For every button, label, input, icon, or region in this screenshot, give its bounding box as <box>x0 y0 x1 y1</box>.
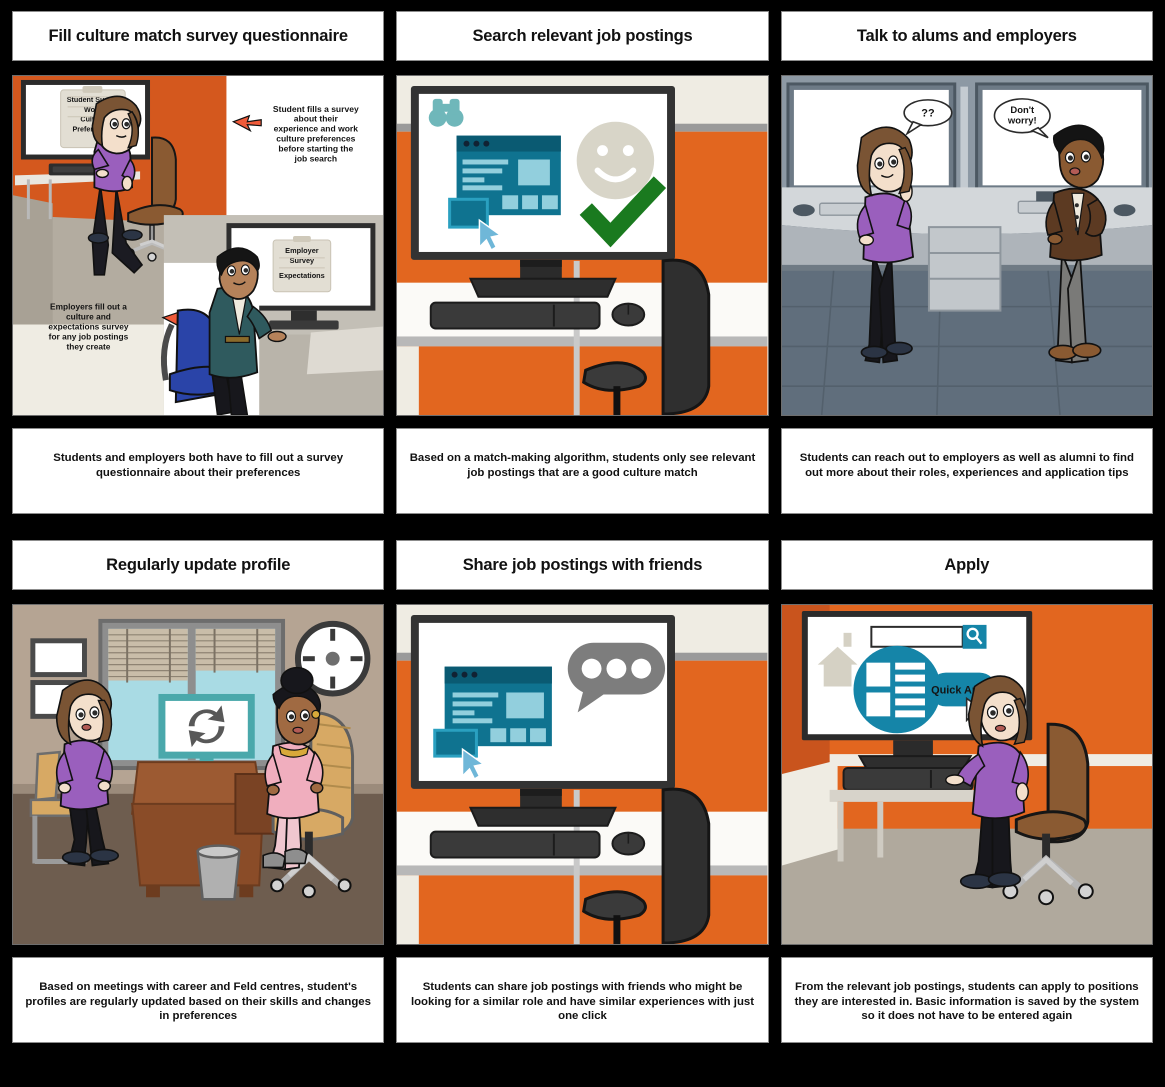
storyboard-row-2: Regularly update profile Based on meetin… <box>12 540 1153 1043</box>
svg-text:for any job postings: for any job postings <box>49 331 129 341</box>
panel-regularly-update-profile: Regularly update profile Based on meetin… <box>12 540 385 1043</box>
panel-5-illustration <box>396 604 769 945</box>
svg-text:culture preferences: culture preferences <box>276 134 355 144</box>
employer-clipboard-line-3: Expectations <box>279 271 325 280</box>
panel-2-caption: Based on a match-making algorithm, stude… <box>409 452 756 479</box>
quick-apply-scene-svg: Quick Apply <box>781 605 1152 944</box>
panel-1-illustration: Student Survey Work Culture Preferences <box>12 75 385 416</box>
svg-text:they create: they create <box>66 341 110 351</box>
panel-fill-culture-match-survey: Fill culture match survey questionnaire <box>12 11 385 514</box>
storyboard: Fill culture match survey questionnaire <box>0 0 1165 1087</box>
panel-3-caption-box: Students can reach out to employers as w… <box>780 428 1153 514</box>
panel-3-title-bar: Talk to alums and employers <box>780 11 1153 61</box>
panel-4-caption: Based on meetings with career and Feld c… <box>25 981 371 1023</box>
svg-text:before starting the: before starting the <box>278 144 353 154</box>
panel-1-title-bar: Fill culture match survey questionnaire <box>12 11 385 61</box>
bubble-right-line-1: Don't <box>1010 104 1035 115</box>
survey-scene-svg: Student Survey Work Culture Preferences <box>13 76 384 415</box>
panel-4-illustration <box>12 604 385 945</box>
panel-6-caption: From the relevant job postings, students… <box>794 981 1139 1023</box>
profile-update-meeting-scene-svg <box>13 605 384 944</box>
svg-text:experience and work: experience and work <box>274 124 359 134</box>
smiley-face-icon <box>577 121 655 200</box>
panel-4-caption-box: Based on meetings with career and Feld c… <box>12 957 385 1043</box>
svg-text:culture and: culture and <box>66 312 111 322</box>
svg-text:job search: job search <box>293 153 337 163</box>
panel-6-title: Apply <box>944 555 990 574</box>
panel-5-caption: Students can share job postings with fri… <box>410 981 755 1023</box>
search-bar[interactable] <box>870 624 987 649</box>
panel-5-title-bar: Share job postings with friends <box>396 540 769 590</box>
panel-1-caption: Students and employers both have to fill… <box>53 452 344 479</box>
panel-3-title: Talk to alums and employers <box>856 26 1077 45</box>
panel-apply: Apply Quick Apply From the relevant job … <box>780 540 1153 1043</box>
svg-text:Employers fill out a: Employers fill out a <box>50 302 127 312</box>
panel-6-title-bar: Apply <box>780 540 1153 590</box>
employer-note-text: Employers fill out a culture and expecta… <box>48 302 128 352</box>
panel-3-illustration: ?? Don't worry! <box>780 75 1153 416</box>
panel-2-title-bar: Search relevant job postings <box>396 11 769 61</box>
svg-text:Student fills a survey: Student fills a survey <box>273 104 359 114</box>
panel-3-caption: Students can reach out to employers as w… <box>799 452 1134 479</box>
panel-1-title: Fill culture match survey questionnaire <box>48 26 348 45</box>
panel-4-title-bar: Regularly update profile <box>12 540 385 590</box>
panel-4-title: Regularly update profile <box>106 555 291 574</box>
share-posting-scene-svg <box>397 605 768 944</box>
svg-text:expectations survey: expectations survey <box>48 321 128 331</box>
panel-5-caption-box: Students can share job postings with fri… <box>396 957 769 1043</box>
panel-search-relevant-job-postings: Search relevant job postings Based on a … <box>396 11 769 514</box>
svg-text:about their: about their <box>294 114 339 124</box>
panel-5-title: Share job postings with friends <box>462 555 703 574</box>
waste-bin-icon <box>196 844 241 901</box>
storyboard-row-1: Fill culture match survey questionnaire <box>12 11 1153 514</box>
panel-2-title: Search relevant job postings <box>472 26 693 45</box>
panel-2-caption-box: Based on a match-making algorithm, stude… <box>396 428 769 514</box>
panel-2-illustration <box>396 75 769 416</box>
employer-clipboard-line-1: Employer <box>285 246 319 255</box>
search-match-scene-svg <box>397 76 768 415</box>
browser-window-icon <box>448 135 562 229</box>
browser-window-icon <box>433 666 553 758</box>
panel-talk-to-alums-and-employers: Talk to alums and employers ?? Don't wor… <box>780 11 1153 514</box>
panel-6-illustration: Quick Apply <box>780 604 1153 945</box>
resume-document-icon <box>853 645 941 734</box>
panel-share-job-postings-with-friends: Share job postings with friends Students… <box>396 540 769 1043</box>
bubble-left-text: ?? <box>921 108 935 120</box>
bubble-right-line-2: worry! <box>1007 115 1037 126</box>
panel-1-caption-box: Students and employers both have to fill… <box>12 428 385 514</box>
wall-picture-frame-1 <box>30 638 87 678</box>
employer-clipboard-line-2: Survey <box>290 256 315 265</box>
conversation-scene-svg: ?? Don't worry! <box>781 76 1152 415</box>
panel-6-caption-box: From the relevant job postings, students… <box>780 957 1153 1043</box>
